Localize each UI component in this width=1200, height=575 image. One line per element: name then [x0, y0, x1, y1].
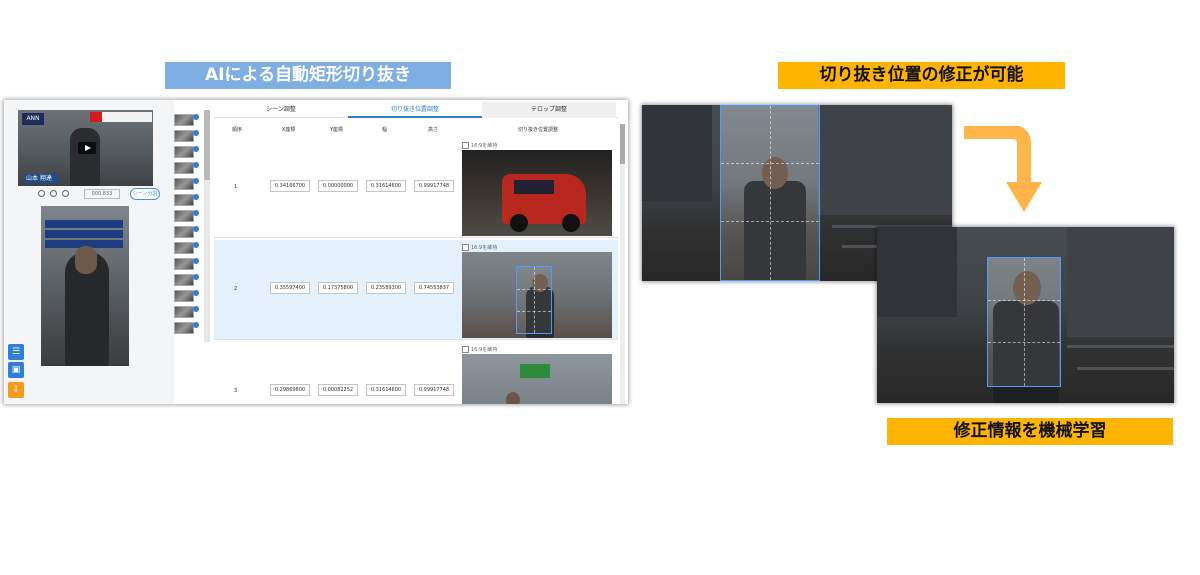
prev-frame-icon[interactable] [50, 190, 57, 197]
caption-adjustable: 切り抜き位置の修正が可能 [778, 62, 1065, 89]
dim-bottom [987, 387, 1061, 403]
col-x: X座標 [282, 127, 296, 133]
height-field[interactable]: 0.74553837 [414, 282, 454, 294]
dim-left [877, 227, 987, 403]
col-order: 順序 [232, 127, 243, 133]
width-field[interactable]: 0.31614600 [366, 180, 406, 192]
download-icon[interactable]: ⇩ [8, 382, 24, 398]
y-field[interactable]: 0.00082252 [318, 384, 358, 396]
thumbnail-scrollbar[interactable] [204, 110, 210, 342]
crop-rectangle-adjusted[interactable] [987, 257, 1061, 387]
scene-thumbnail[interactable] [174, 258, 199, 270]
station-sign [520, 364, 550, 378]
width-field[interactable]: 0.23589300 [366, 282, 406, 294]
play-control-icon[interactable] [38, 190, 45, 197]
preview-icon[interactable]: ▣ [8, 362, 24, 378]
crop-frame-image[interactable] [462, 354, 612, 404]
col-height: 高さ [428, 127, 439, 133]
crop-rectangle[interactable] [516, 266, 552, 334]
scene-thumbnail[interactable] [174, 146, 199, 158]
col-y: Y座標 [330, 127, 344, 133]
scene-thumbnail[interactable] [174, 274, 199, 286]
width-field[interactable]: 0.31614600 [366, 384, 406, 396]
scene-thumbnail[interactable] [174, 114, 199, 126]
scene-thumbnail[interactable] [174, 226, 199, 238]
y-field[interactable]: 0.00000000 [318, 180, 358, 192]
car-wheel [510, 214, 528, 232]
height-field[interactable]: 0.99917748 [414, 384, 454, 396]
page: AIによる自動矩形切り抜き 切り抜き位置の修正が可能 修正情報を機械学習 ANN… [0, 0, 1200, 575]
dim-left [642, 105, 720, 281]
adjust-panel: シーン調整 切り抜き位置調整 テロップ調整 順序 X座標 Y座標 幅 高さ 切り… [214, 100, 628, 404]
tab-bar: シーン調整 切り抜き位置調整 テロップ調整 [214, 102, 618, 118]
breaking-label [90, 112, 102, 122]
vertical-preview [41, 206, 129, 366]
video-player[interactable]: ANN 山本 翔達 [18, 110, 153, 186]
x-field[interactable]: 0.35597400 [270, 282, 310, 294]
play-icon[interactable] [78, 142, 96, 154]
table-row: 1 0.34166700 0.00000000 0.31614600 0.999… [214, 138, 618, 238]
channel-logo: ANN [22, 113, 44, 125]
crop-frame-image[interactable] [462, 252, 612, 338]
table-row-selected: 2 0.35597400 0.17375800 0.23589300 0.745… [214, 240, 618, 340]
scene-split-button[interactable]: シーン分割 [130, 188, 160, 200]
scene-thumbnail[interactable] [174, 306, 199, 318]
height-field[interactable]: 0.99917748 [414, 180, 454, 192]
scene-thumbnail[interactable] [174, 210, 199, 222]
col-width: 幅 [382, 127, 388, 133]
timecode-field[interactable]: 000.833 [84, 189, 120, 199]
tab-scene-adjust[interactable]: シーン調整 [214, 102, 348, 118]
scene-thumbnail[interactable] [174, 130, 199, 142]
next-frame-icon[interactable] [62, 190, 69, 197]
keep-aspect-checkbox[interactable]: 16:9を維持 [462, 244, 497, 251]
headline-label [102, 112, 152, 122]
crop-rectangle[interactable] [720, 105, 820, 281]
crop-after-image [877, 227, 1174, 403]
preview-panel: ANN 山本 翔達 000.833 シーン分割 ☰ ▣ ⇩ [4, 100, 174, 404]
caption-auto-crop: AIによる自動矩形切り抜き [165, 62, 451, 89]
col-crop-adjust: 切り抜き位置調整 [518, 127, 559, 133]
table-row: 3 0.29869800 0.00082252 0.31614600 0.999… [214, 342, 618, 404]
x-field[interactable]: 0.29869800 [270, 384, 310, 396]
preview-head [75, 246, 97, 274]
keep-aspect-checkbox[interactable]: 16:9を維持 [462, 346, 497, 353]
table-header: 順序 X座標 Y座標 幅 高さ 切り抜き位置調整 [214, 124, 618, 136]
car-wheel [562, 214, 580, 232]
scene-thumbnail[interactable] [174, 194, 199, 206]
menu-icon[interactable]: ☰ [8, 344, 24, 360]
scene-thumbnail[interactable] [174, 290, 199, 302]
nameplate: 山本 翔達 [24, 174, 58, 183]
player-controls: 000.833 シーン分割 [38, 188, 160, 200]
person-head [506, 392, 520, 404]
scene-thumbnail[interactable] [174, 178, 199, 190]
scene-thumbnails [174, 110, 204, 350]
row-index: 1 [234, 184, 238, 190]
car-window [514, 180, 554, 194]
y-field[interactable]: 0.17375800 [318, 282, 358, 294]
table-scrollbar[interactable] [620, 124, 625, 404]
keep-aspect-checkbox[interactable]: 16:9を維持 [462, 142, 497, 149]
scene-thumbnail[interactable] [174, 242, 199, 254]
scene-thumbnail[interactable] [174, 162, 199, 174]
arrow-down-icon [964, 126, 1042, 212]
scene-thumbnail[interactable] [174, 322, 199, 334]
dim-right [1061, 227, 1174, 403]
row-index: 3 [234, 388, 238, 394]
dim-top [987, 227, 1061, 257]
crop-frame-image[interactable] [462, 150, 612, 236]
tab-telop-adjust[interactable]: テロップ調整 [482, 102, 616, 118]
x-field[interactable]: 0.34166700 [270, 180, 310, 192]
row-index: 2 [234, 286, 238, 292]
tab-crop-adjust[interactable]: 切り抜き位置調整 [348, 102, 482, 118]
app-screenshot: ANN 山本 翔達 000.833 シーン分割 ☰ ▣ ⇩ シーン調整 切り抜き… [4, 100, 628, 404]
reporter-figure [70, 128, 100, 186]
caption-machine-learning: 修正情報を機械学習 [887, 418, 1173, 445]
